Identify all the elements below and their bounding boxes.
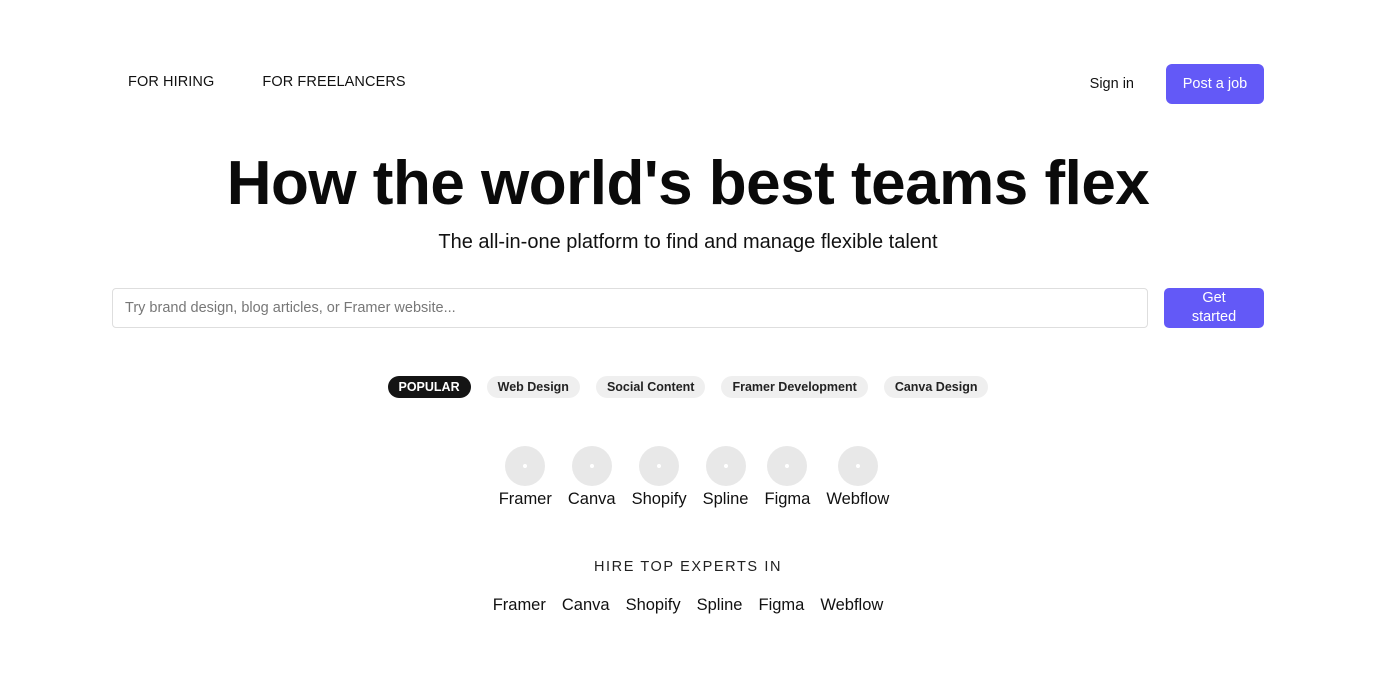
tool-label: Webflow xyxy=(826,490,890,508)
tool-framer[interactable]: Framer xyxy=(499,446,552,509)
popular-tags: POPULAR Web Design Social Content Framer… xyxy=(0,376,1376,398)
canva-icon xyxy=(571,446,612,486)
page: FOR HIRING FOR FREELANCERS Sign in Post … xyxy=(0,0,1376,682)
tag-popular[interactable]: POPULAR xyxy=(387,376,471,398)
hero-subtitle: The all-in-one platform to find and mana… xyxy=(438,231,938,253)
tag-canva-design[interactable]: Canva Design xyxy=(883,376,989,398)
framer-icon xyxy=(505,446,546,486)
expert-link-spline[interactable]: Spline xyxy=(697,596,743,615)
tool-label: Framer xyxy=(498,490,552,508)
tool-label: Shopify xyxy=(631,490,687,508)
webflow-icon xyxy=(837,446,878,486)
tool-label: Spline xyxy=(702,490,749,508)
header-actions: Sign in Post a job xyxy=(1090,64,1264,104)
tools-row: Framer Canva Shopify Spline Figma Webflo… xyxy=(0,446,1376,509)
tool-spline[interactable]: Spline xyxy=(702,446,749,509)
tool-webflow[interactable]: Webflow xyxy=(826,446,889,509)
experts-links: Framer Canva Shopify Spline Figma Webflo… xyxy=(0,596,1376,615)
tag-social-content[interactable]: Social Content xyxy=(595,376,706,398)
tool-canva[interactable]: Canva xyxy=(568,446,616,509)
nav-link-for-freelancers[interactable]: FOR FREELANCERS xyxy=(262,74,405,90)
tool-shopify[interactable]: Shopify xyxy=(632,446,687,509)
tool-label: Figma xyxy=(764,490,811,508)
expert-link-canva[interactable]: Canva xyxy=(562,596,610,615)
search-input[interactable] xyxy=(112,288,1148,328)
sign-in-link[interactable]: Sign in xyxy=(1090,76,1134,92)
shopify-icon xyxy=(639,446,680,486)
tool-figma[interactable]: Figma xyxy=(764,446,810,509)
primary-nav: FOR HIRING FOR FREELANCERS xyxy=(128,74,406,90)
expert-link-framer[interactable]: Framer xyxy=(493,596,546,615)
nav-link-for-hiring[interactable]: FOR HIRING xyxy=(128,74,214,90)
experts-heading: HIRE TOP EXPERTS IN xyxy=(593,559,783,575)
tool-label: Canva xyxy=(567,490,616,508)
figma-icon xyxy=(767,446,808,486)
get-started-button[interactable]: Get started xyxy=(1164,288,1264,328)
hero-title: How the world's best teams flex xyxy=(226,149,1150,218)
tag-web-design[interactable]: Web Design xyxy=(486,376,580,398)
expert-link-shopify[interactable]: Shopify xyxy=(626,596,681,615)
expert-link-webflow[interactable]: Webflow xyxy=(820,596,883,615)
post-job-button[interactable]: Post a job xyxy=(1166,64,1264,104)
spline-icon xyxy=(705,446,746,486)
expert-link-figma[interactable]: Figma xyxy=(758,596,804,615)
tag-framer-development[interactable]: Framer Development xyxy=(721,376,868,398)
